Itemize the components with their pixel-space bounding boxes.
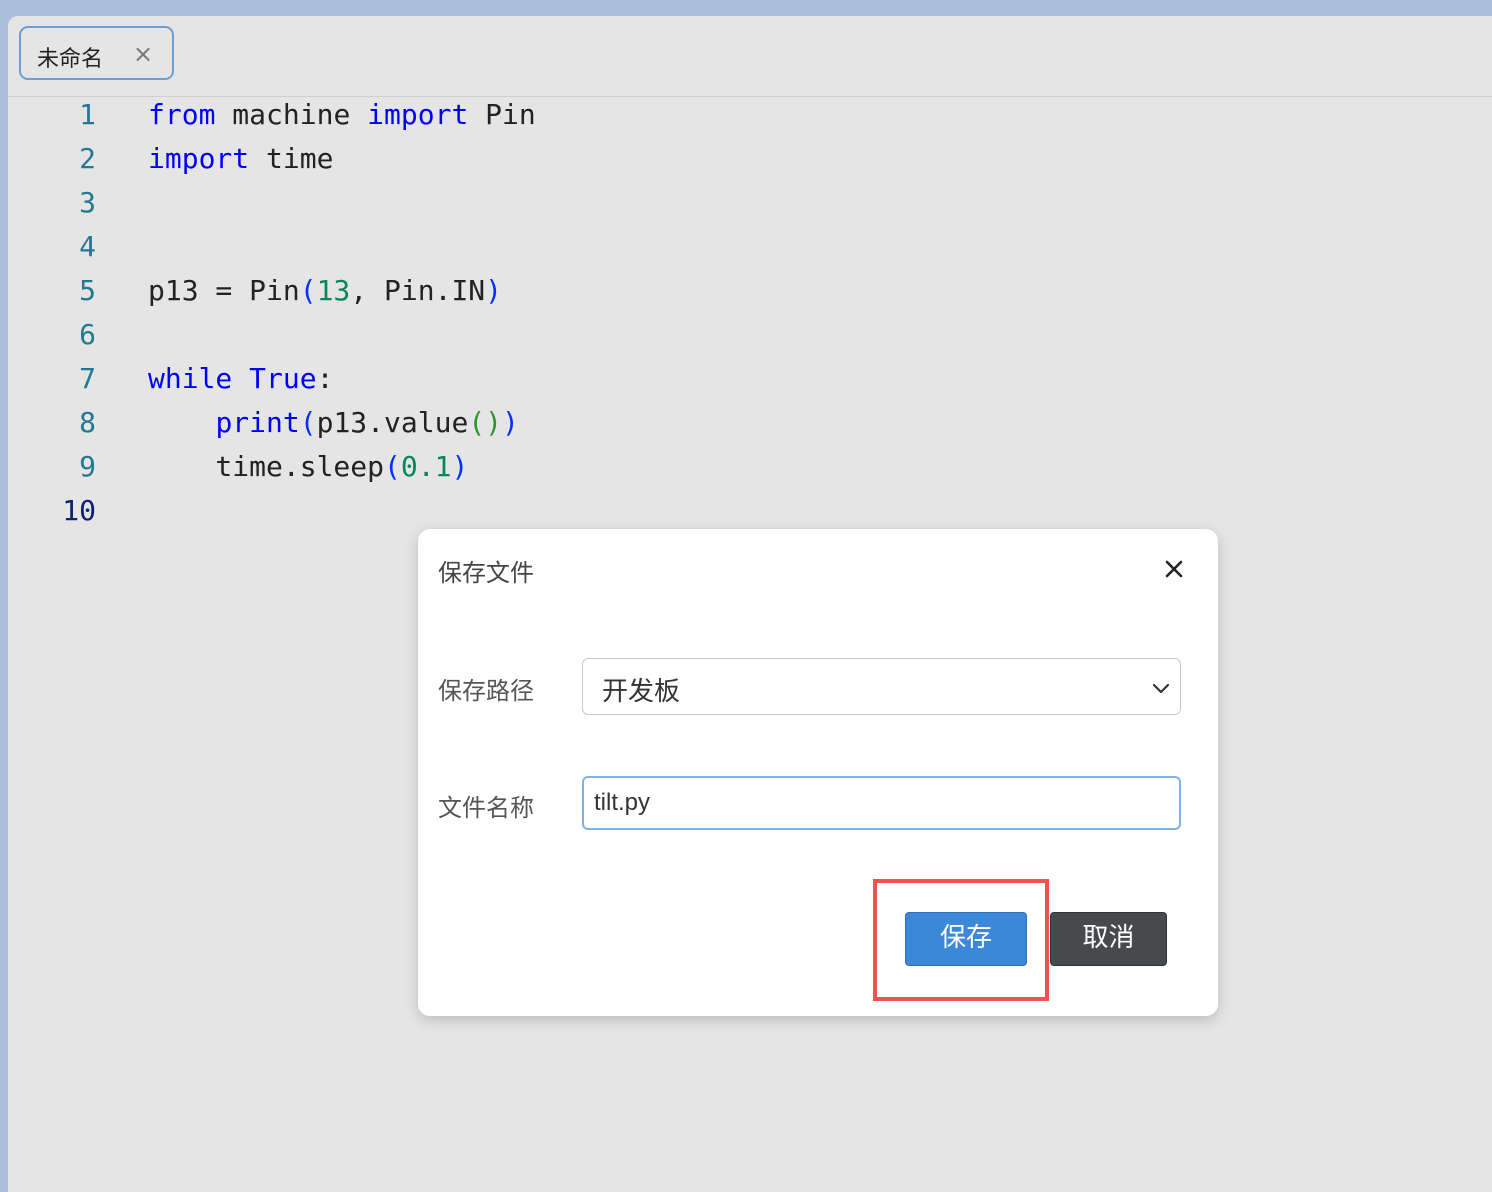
line-number: 9	[79, 450, 96, 483]
line-number: 4	[79, 230, 96, 263]
code-text: from machine import Pin	[148, 98, 536, 131]
code-token: )	[502, 406, 519, 439]
code-line[interactable]: 3	[8, 186, 1408, 230]
code-token: )	[485, 274, 503, 307]
tab-bar: 未命名 ×	[8, 16, 1492, 97]
code-token: (	[384, 450, 401, 483]
line-number: 5	[79, 274, 96, 307]
line-number: 6	[79, 318, 96, 351]
code-text: import time	[148, 142, 333, 175]
chevron-down-icon	[1152, 683, 1170, 694]
code-token: import	[148, 142, 250, 175]
line-number: 1	[79, 98, 96, 131]
line-number: 7	[79, 362, 96, 395]
line-number: 10	[62, 494, 96, 527]
save-path-value: 开发板	[602, 677, 681, 707]
code-token: True	[249, 362, 317, 395]
line-number: 2	[79, 142, 96, 175]
save-button[interactable]: 保存	[905, 912, 1027, 966]
code-token: while	[148, 362, 233, 395]
code-token: (	[299, 406, 317, 439]
code-token: p13 = Pin	[148, 274, 300, 307]
code-token: time.sleep	[148, 450, 385, 483]
code-text: p13 = Pin(13, Pin.IN)	[148, 274, 502, 307]
code-token: :	[316, 362, 334, 395]
code-token: import	[367, 98, 469, 131]
code-token: Pin	[468, 98, 536, 131]
filename-input[interactable]	[582, 776, 1181, 830]
cancel-button[interactable]: 取消	[1050, 912, 1167, 966]
code-token: p13.value	[316, 406, 469, 439]
code-line[interactable]: 5 p13 = Pin(13, Pin.IN)	[8, 274, 1408, 318]
filename-label: 文件名称	[438, 794, 534, 822]
code-line[interactable]: 2 import time	[8, 142, 1408, 186]
code-line[interactable]: 7 while True:	[8, 362, 1408, 406]
code-token: 13	[316, 274, 351, 307]
code-token: )	[451, 450, 469, 483]
line-number: 8	[79, 406, 96, 439]
code-text: while True:	[148, 362, 333, 395]
tab-untitled[interactable]: 未命名 ×	[19, 26, 174, 80]
code-line[interactable]: 9 time.sleep(0.1)	[8, 450, 1408, 494]
code-token: ()	[468, 406, 503, 439]
code-token: from	[148, 98, 216, 131]
code-line[interactable]: 6	[8, 318, 1408, 362]
code-token: machine	[215, 98, 368, 131]
code-token: (	[299, 274, 317, 307]
close-icon-glyph	[1165, 560, 1183, 578]
code-text: print(p13.value())	[148, 406, 519, 439]
code-text: time.sleep(0.1)	[148, 450, 468, 483]
line-number: 3	[79, 186, 96, 219]
code-line[interactable]: 1 from machine import Pin	[8, 98, 1408, 142]
code-token: print	[215, 406, 300, 439]
save-file-dialog: 保存文件 保存路径 开发板 文件名称 保存 取消	[418, 529, 1218, 1016]
code-line[interactable]: 8 print(p13.value())	[8, 406, 1408, 450]
code-line[interactable]: 4	[8, 230, 1408, 274]
tab-label: 未命名	[37, 47, 104, 72]
tab-close-icon[interactable]: ×	[133, 42, 153, 66]
code-token: , Pin.IN	[350, 274, 486, 307]
path-label: 保存路径	[438, 677, 534, 705]
dialog-title: 保存文件	[438, 559, 534, 587]
save-path-select[interactable]: 开发板	[582, 658, 1181, 715]
close-icon[interactable]	[1162, 557, 1186, 581]
code-token: 0.1	[400, 450, 452, 483]
code-token: time	[249, 142, 334, 175]
